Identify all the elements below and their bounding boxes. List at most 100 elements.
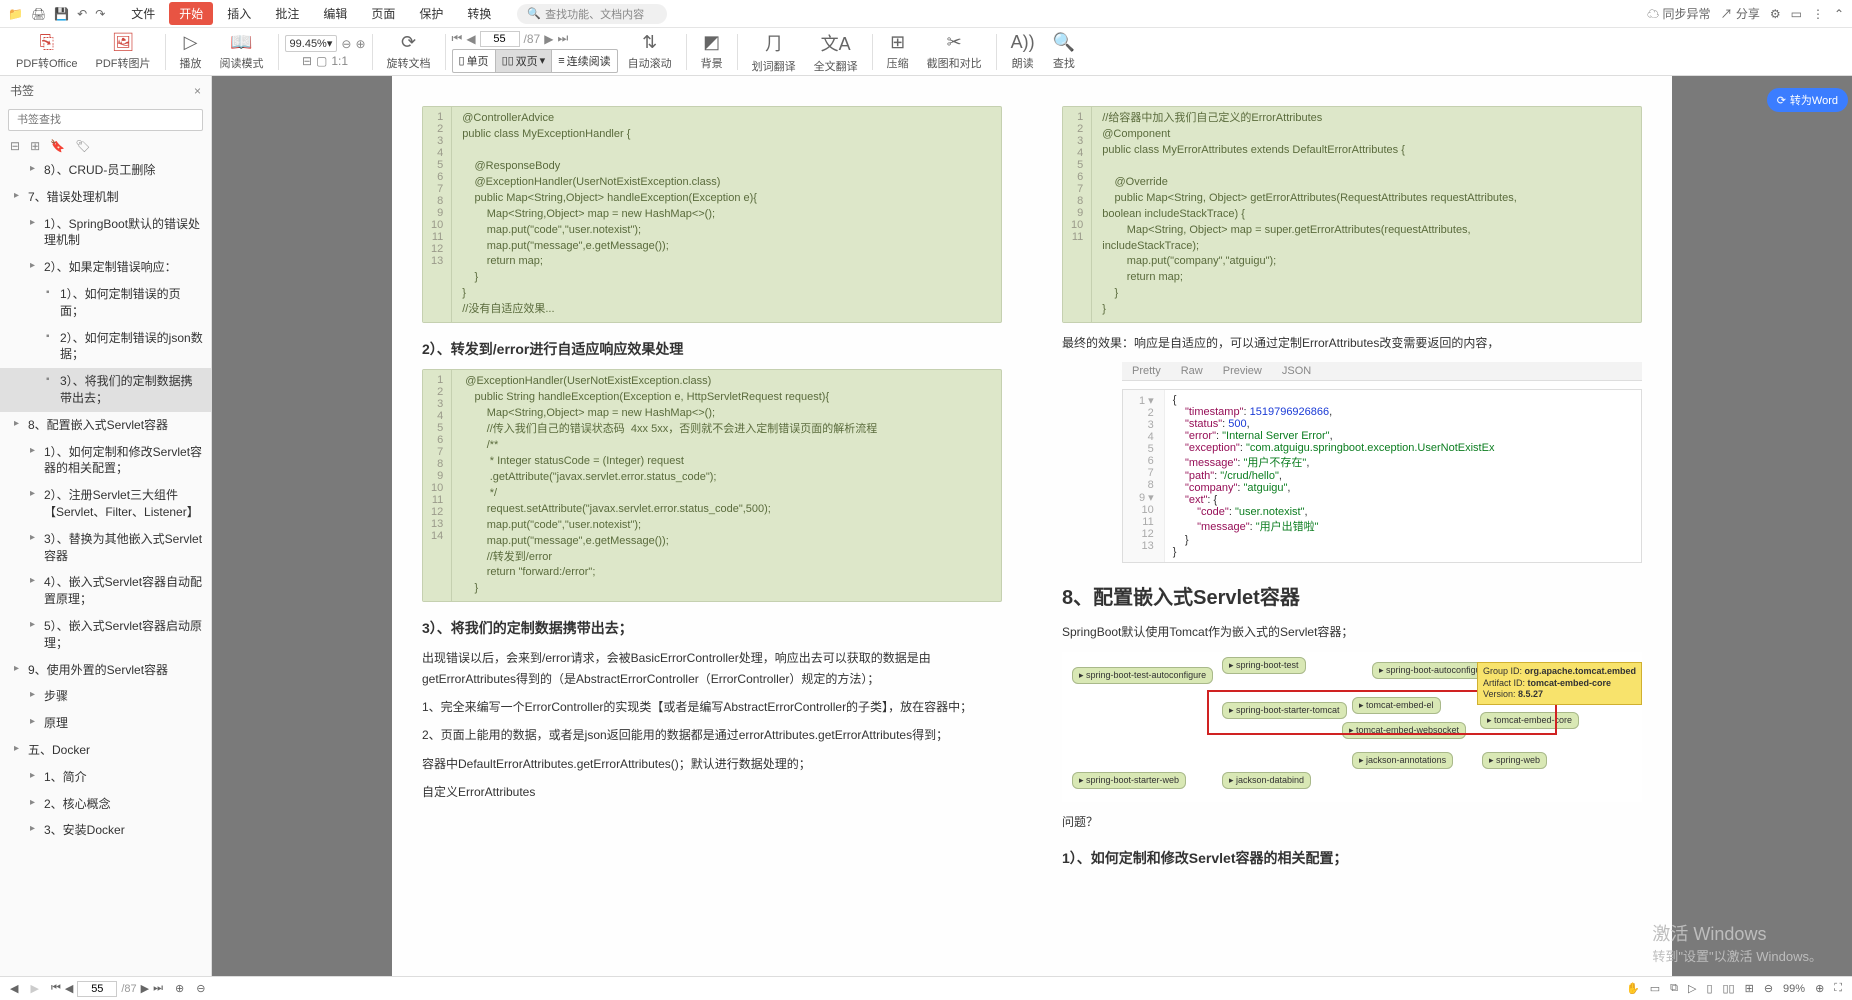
fit-tool-icon[interactable]: ⊞ [1745,982,1754,995]
outline-item[interactable]: ▸9、使用外置的Servlet容器 [0,657,211,684]
outline-item[interactable]: ▸8）、CRUD-员工删除 [0,157,211,184]
first-page-icon[interactable]: ⏮ [452,31,463,46]
play-button[interactable]: ▷播放 [172,32,210,71]
outline-item[interactable]: ▸2）、注册Servlet三大组件【Servlet、Filter、Listene… [0,482,211,526]
fit-width-icon[interactable]: ⊟ [302,54,312,68]
file-icons[interactable]: 📁 🖨 💾 ↶ ↷ [8,7,105,21]
search-box[interactable]: 🔍 查找功能、文档内容 [517,4,667,24]
outline-item[interactable]: ▪2）、如何定制错误的json数据； [0,325,211,369]
share-button[interactable]: ↗ 分享 [1720,5,1759,22]
outline-item[interactable]: ▸1）、SpringBoot默认的错误处理机制 [0,211,211,255]
print-icon[interactable]: 🖨 [31,7,46,21]
redo-icon[interactable]: ↷ [95,7,105,21]
double-view-icon[interactable]: ▯▯ [1723,982,1735,995]
undo-icon[interactable]: ↶ [77,7,87,21]
read-aloud-button[interactable]: A))朗读 [1003,32,1043,71]
screenshot-button[interactable]: ✂截图和对比 [919,32,990,71]
last-page-icon[interactable]: ⏭ [557,31,568,46]
json-tab[interactable]: JSON [1278,364,1315,378]
search-icon: 🔍 [527,7,541,20]
zoom-in-icon[interactable]: ⊕ [355,37,365,51]
single-page-button[interactable]: ▯ 单页 [453,50,496,72]
collapse-icon[interactable]: ⊟ [10,139,20,153]
find-button[interactable]: 🔍查找 [1045,32,1083,71]
continuous-button[interactable]: ≡ 连续阅读 [552,50,616,72]
prev-page-footer[interactable]: ◀ [65,982,73,995]
highlight-tool-icon[interactable]: ▭ [1650,982,1660,995]
bookmark-add-icon[interactable]: 🏷 [75,139,90,153]
tab-页面[interactable]: 页面 [361,2,405,25]
add-page-icon[interactable]: ⊕ [175,982,184,995]
rotate-button[interactable]: ⟳旋转文档 [379,32,439,71]
outline-item[interactable]: ▸2）、如果定制错误响应： [0,254,211,281]
fit-page-icon[interactable]: ▢ [316,54,327,68]
footer-page-input[interactable] [77,981,117,997]
remove-page-icon[interactable]: ⊖ [196,982,205,995]
sync-status[interactable]: ☁ 同步异常 [1647,5,1710,22]
close-icon[interactable]: × [194,84,201,98]
outline-item[interactable]: ▪3）、将我们的定制数据携带出去； [0,368,211,412]
zoom-out-icon[interactable]: ⊖ [341,37,351,51]
convert-to-word-button[interactable]: ⟳ 转为Word [1767,88,1848,112]
outline-item[interactable]: ▪1）、如何定制错误的页面； [0,281,211,325]
outline-item[interactable]: ▸步骤 [0,683,211,710]
double-page-button[interactable]: ▯▯ 双页▾ [496,50,553,72]
menu-icon[interactable]: ⋮ [1812,7,1824,21]
background-button[interactable]: ◩背景 [693,32,731,71]
outline-item[interactable]: ▸2、核心概念 [0,791,211,818]
next-history-icon[interactable]: ▶ [30,982,38,995]
tab-保护[interactable]: 保护 [409,2,453,25]
json-tab[interactable]: Pretty [1128,364,1165,378]
prev-history-icon[interactable]: ◀ [10,982,18,995]
word-translate-button[interactable]: ⺆划词翻译 [744,30,804,74]
outline-item[interactable]: ▸原理 [0,710,211,737]
bookmark-search-input[interactable] [8,109,203,131]
bookmark-icon[interactable]: 🔖 [50,139,65,153]
single-view-icon[interactable]: ▯ [1706,982,1712,995]
chevron-up-icon[interactable]: ⌃ [1834,7,1844,21]
tab-开始[interactable]: 开始 [169,2,213,25]
diagram-node: ▸ spring-web [1482,752,1547,769]
outline-item[interactable]: ▸1、简介 [0,764,211,791]
actual-size-icon[interactable]: 1:1 [331,54,348,68]
page-input[interactable] [480,31,520,47]
window-icon[interactable]: ▭ [1791,7,1802,21]
read-mode-button[interactable]: 📖阅读模式 [212,32,272,71]
hand-tool-icon[interactable]: ✋ [1626,982,1640,995]
full-translate-button[interactable]: 文A全文翻译 [806,30,866,74]
outline-item[interactable]: ▸1）、如何定制和修改Servlet容器的相关配置； [0,439,211,483]
save-icon[interactable]: 💾 [54,7,69,21]
play-tool-icon[interactable]: ▷ [1688,982,1696,995]
gear-icon[interactable]: ⚙ [1770,7,1781,21]
first-page-footer[interactable]: ⏮ [51,982,61,995]
read-tool-icon[interactable]: ⧉ [1670,982,1678,995]
tab-文件[interactable]: 文件 [121,2,165,25]
outline-item[interactable]: ▸3、安装Docker [0,817,211,844]
json-tab[interactable]: Preview [1219,364,1266,378]
tab-批注[interactable]: 批注 [265,2,309,25]
tab-转换[interactable]: 转换 [457,2,501,25]
tab-编辑[interactable]: 编辑 [313,2,357,25]
folder-icon[interactable]: 📁 [8,7,23,21]
next-page-footer[interactable]: ▶ [141,982,149,995]
outline-item[interactable]: ▸4）、嵌入式Servlet容器自动配置原理； [0,569,211,613]
json-tab[interactable]: Raw [1177,364,1207,378]
next-page-icon[interactable]: ▶ [544,32,553,46]
zoom-out-footer[interactable]: ⊖ [1764,982,1773,995]
zoom-in-footer[interactable]: ⊕ [1815,982,1824,995]
outline-item[interactable]: ▸5）、嵌入式Servlet容器启动原理； [0,613,211,657]
fullscreen-icon[interactable]: ⛶ [1834,982,1842,995]
outline-item[interactable]: ▸3）、替换为其他嵌入式Servlet容器 [0,526,211,570]
outline-item[interactable]: ▸五、Docker [0,737,211,764]
auto-scroll-button[interactable]: ⇅自动滚动 [620,32,680,71]
outline-item[interactable]: ▸8、配置嵌入式Servlet容器 [0,412,211,439]
expand-icon[interactable]: ⊞ [30,139,40,153]
tab-插入[interactable]: 插入 [217,2,261,25]
prev-page-icon[interactable]: ◀ [466,32,475,46]
zoom-select[interactable]: 99.45% ▾ [285,35,338,52]
pdf-to-image-button[interactable]: 🖼PDF转图片 [88,32,159,71]
pdf-to-office-button[interactable]: ⎘PDF转Office [8,32,86,71]
compress-button[interactable]: ⊞压缩 [879,32,917,71]
last-page-footer[interactable]: ⏭ [153,982,163,995]
outline-item[interactable]: ▸7、错误处理机制 [0,184,211,211]
